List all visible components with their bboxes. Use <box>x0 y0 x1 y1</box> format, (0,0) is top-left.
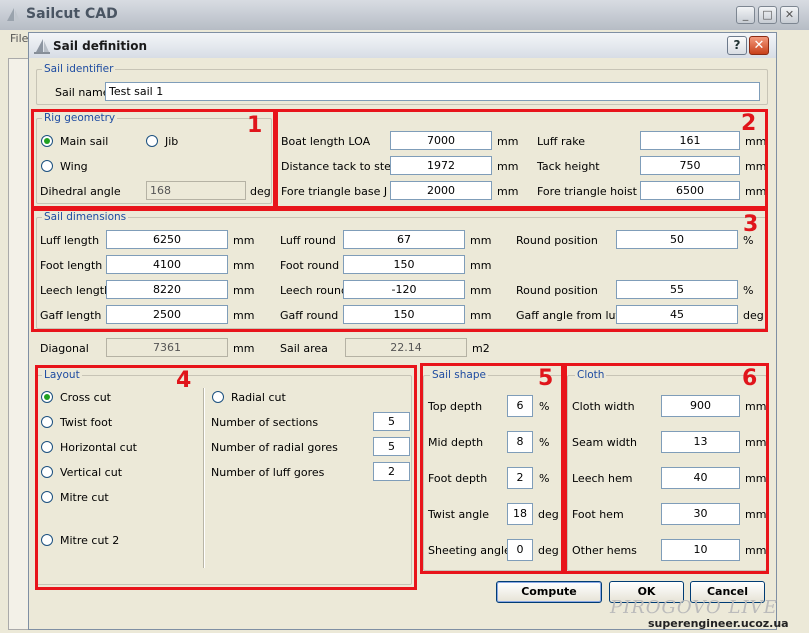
callout-box-5 <box>420 363 564 574</box>
sail-area-value: 22.14 <box>345 338 467 357</box>
sail-icon <box>34 39 50 54</box>
minimize-button[interactable]: _ <box>736 6 755 24</box>
callout-number-4: 4 <box>176 368 192 393</box>
callout-box-3 <box>31 208 768 332</box>
sail-name-input[interactable]: Test sail 1 <box>105 82 760 101</box>
help-button[interactable]: ? <box>727 36 747 55</box>
callout-box-2 <box>275 109 768 209</box>
sail-name-label: Sail name <box>55 86 110 99</box>
callout-box-4 <box>35 365 417 590</box>
watermark-site: superengineer.ucoz.ua <box>648 617 789 630</box>
callout-number-5: 5 <box>538 366 554 391</box>
diagonal-label: Diagonal <box>40 342 89 355</box>
dialog-close-button[interactable]: ✕ <box>749 36 769 55</box>
main-close-button[interactable]: ✕ <box>780 6 799 24</box>
menu-file[interactable]: File <box>10 32 28 45</box>
callout-number-6: 6 <box>742 366 758 391</box>
sailcut-app-icon <box>7 8 20 21</box>
main-window-title: Sailcut CAD <box>26 6 118 22</box>
callout-number-1: 1 <box>247 113 263 138</box>
sail-identifier-title: Sail identifier <box>42 63 116 75</box>
diagonal-value: 7361 <box>106 338 228 357</box>
callout-number-2: 2 <box>741 111 757 136</box>
sail-area-label: Sail area <box>280 342 328 355</box>
main-tab-frame <box>8 58 29 630</box>
callout-box-1 <box>31 109 276 209</box>
main-titlebar <box>0 0 809 30</box>
callout-number-3: 3 <box>743 212 759 237</box>
diagonal-unit: mm <box>233 342 255 355</box>
compute-button[interactable]: Compute <box>496 581 602 603</box>
sail-area-unit: m2 <box>472 342 490 355</box>
maximize-button[interactable]: □ <box>758 6 777 24</box>
watermark-brand: PIROGOVO LIVE <box>610 597 778 618</box>
dialog-title: Sail definition <box>53 39 148 53</box>
callout-box-6 <box>564 363 769 574</box>
